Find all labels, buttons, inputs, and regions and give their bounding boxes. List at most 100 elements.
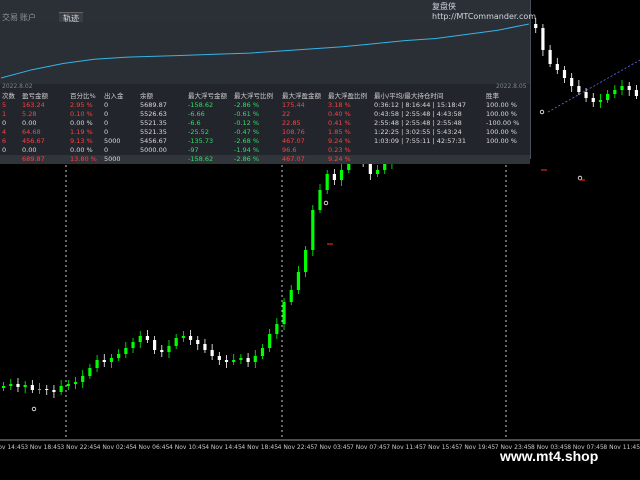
table-cell: -97 xyxy=(188,146,199,154)
candle xyxy=(59,380,63,395)
table-cell: 0:36:12 | 8:16:44 | 15:18:47 xyxy=(374,101,466,109)
table-cell: 0.00 % xyxy=(70,119,93,127)
table-cell: 108.76 xyxy=(282,128,305,136)
candle xyxy=(239,354,243,364)
table-cell: 次数 xyxy=(2,92,15,100)
candle xyxy=(232,354,236,365)
x-tick-label: 3 Nov 22:45 xyxy=(60,444,98,451)
table-cell: -2.68 % xyxy=(234,137,260,145)
table-cell: -6.66 xyxy=(188,110,205,118)
table-cell: 最大浮盈比例 xyxy=(328,92,367,100)
candle xyxy=(188,330,193,345)
table-header: 次数 盈亏金额 百分比% 出入金 余额 最大浮亏金额 最大浮亏比例 最大浮盈金额 最大浮盈比例最… xyxy=(0,92,530,101)
candle xyxy=(311,205,315,256)
table-cell: 0.00 xyxy=(22,119,37,127)
candle xyxy=(45,385,49,395)
trade-marker[interactable] xyxy=(539,109,545,115)
candle xyxy=(37,383,42,394)
table-cell: 175.44 xyxy=(282,101,305,109)
x-tick-label: 7 Nov 07:45 xyxy=(350,444,387,451)
table-cell: -0.61 % xyxy=(234,110,260,118)
candle xyxy=(296,266,301,294)
table-row: 1 5.28 0.10 % 0 5526.63 -6.66 -0.61 % 22 0.40 % 0… xyxy=(0,110,530,119)
trade-marker[interactable] xyxy=(31,406,37,412)
table-cell: -100.00 % xyxy=(486,119,520,127)
candle xyxy=(548,45,552,67)
table-cell: 22 xyxy=(282,110,291,118)
curve-end-date: 2022.8.05 xyxy=(496,83,527,90)
candle xyxy=(131,338,135,353)
table-cell: 0 xyxy=(104,146,109,154)
candle xyxy=(102,354,106,367)
table-cell: 5456.67 xyxy=(140,137,167,145)
table-cell: 0 xyxy=(104,110,109,118)
table-cell: 2.95 % xyxy=(70,101,93,109)
table-cell: 5526.63 xyxy=(140,110,167,118)
table-row: 0 0.00 0.00 % 0 5000.00 -97 -1.94 % 96.6 0.23 % xyxy=(0,146,530,155)
candle xyxy=(95,355,99,372)
table-cell: 689.87 xyxy=(22,155,45,163)
table-cell: 0 xyxy=(2,146,7,154)
candle xyxy=(304,246,308,277)
brand-link[interactable]: 复盘侠 http://MTCommander.com xyxy=(432,1,536,21)
candle xyxy=(325,170,329,194)
candle xyxy=(275,318,279,339)
table-cell: 22.85 xyxy=(282,119,301,127)
table-cell: 5000 xyxy=(104,155,121,163)
candle xyxy=(562,66,567,83)
equity-line xyxy=(0,23,530,79)
table-cell: 百分比% xyxy=(70,92,96,100)
table-cell: 6 xyxy=(2,137,7,145)
equity-curve-area xyxy=(0,22,530,84)
table-cell: 0 xyxy=(2,119,7,127)
candle xyxy=(577,80,581,95)
table-cell: 9.13 % xyxy=(70,137,93,145)
tab-bar: 交易 账户 轨迹 复盘侠 http://MTCommander.com xyxy=(0,0,536,24)
candle xyxy=(598,94,603,108)
table-cell: 64.68 xyxy=(22,128,41,136)
equity-curve xyxy=(0,23,530,79)
table-cell: 467.07 xyxy=(282,155,305,163)
candle xyxy=(606,90,610,103)
candle xyxy=(260,344,265,359)
table-cell: 1:22:25 | 3:02:55 | 5:43:24 xyxy=(374,128,462,136)
candle xyxy=(555,58,559,74)
table-cell: 96.6 xyxy=(282,146,297,154)
x-tick-label: 4 Nov 10:45 xyxy=(169,444,206,451)
table-cell: 467.07 xyxy=(282,137,305,145)
table-cell: 5521.35 xyxy=(140,128,167,136)
candle xyxy=(541,24,545,56)
table-cell: 0.10 % xyxy=(70,110,93,118)
table-row: 5 163.24 2.95 % 0 5689.87 -158.62 -2.86 % 175.4… xyxy=(0,101,530,110)
candle xyxy=(30,380,34,393)
candle xyxy=(591,93,595,107)
candle xyxy=(246,353,250,367)
candle xyxy=(160,345,164,357)
table-cell: 余额 xyxy=(140,92,153,100)
table-total-row: 689.87 13.80 % 5000 -158.62 -2.86 % 467.07 9.2… xyxy=(0,155,530,164)
candle xyxy=(16,378,20,392)
candle xyxy=(217,352,221,365)
table-cell: 2:55:48 | 2:55:48 | 2:55:48 xyxy=(374,119,462,127)
table-cell: -1.94 % xyxy=(234,146,260,154)
candle xyxy=(613,85,617,98)
trade-marker[interactable] xyxy=(323,200,329,206)
x-tick-label: 7 Nov 11:45 xyxy=(386,444,423,451)
table-cell: 1.19 % xyxy=(70,128,93,136)
candle xyxy=(109,354,114,368)
trade-marker[interactable] xyxy=(577,175,583,181)
candle xyxy=(9,379,13,390)
x-tick-label: 3 Nov 18:45 xyxy=(24,444,61,451)
table-cell: 0 xyxy=(104,128,109,136)
table-cell: -25.52 xyxy=(188,128,209,136)
trend-line[interactable] xyxy=(547,59,640,113)
table-cell: 出入金 xyxy=(104,92,124,100)
x-tick-label: 7 Nov 15:45 xyxy=(422,444,460,451)
table-cell: -0.12 % xyxy=(234,119,260,127)
table-cell: 0 xyxy=(104,101,109,109)
table-cell: 5521.35 xyxy=(140,119,167,127)
candle xyxy=(282,298,286,330)
candle xyxy=(224,355,229,368)
table-cell: 最大浮亏比例 xyxy=(234,92,273,100)
table-cell: -2.86 % xyxy=(234,155,260,163)
